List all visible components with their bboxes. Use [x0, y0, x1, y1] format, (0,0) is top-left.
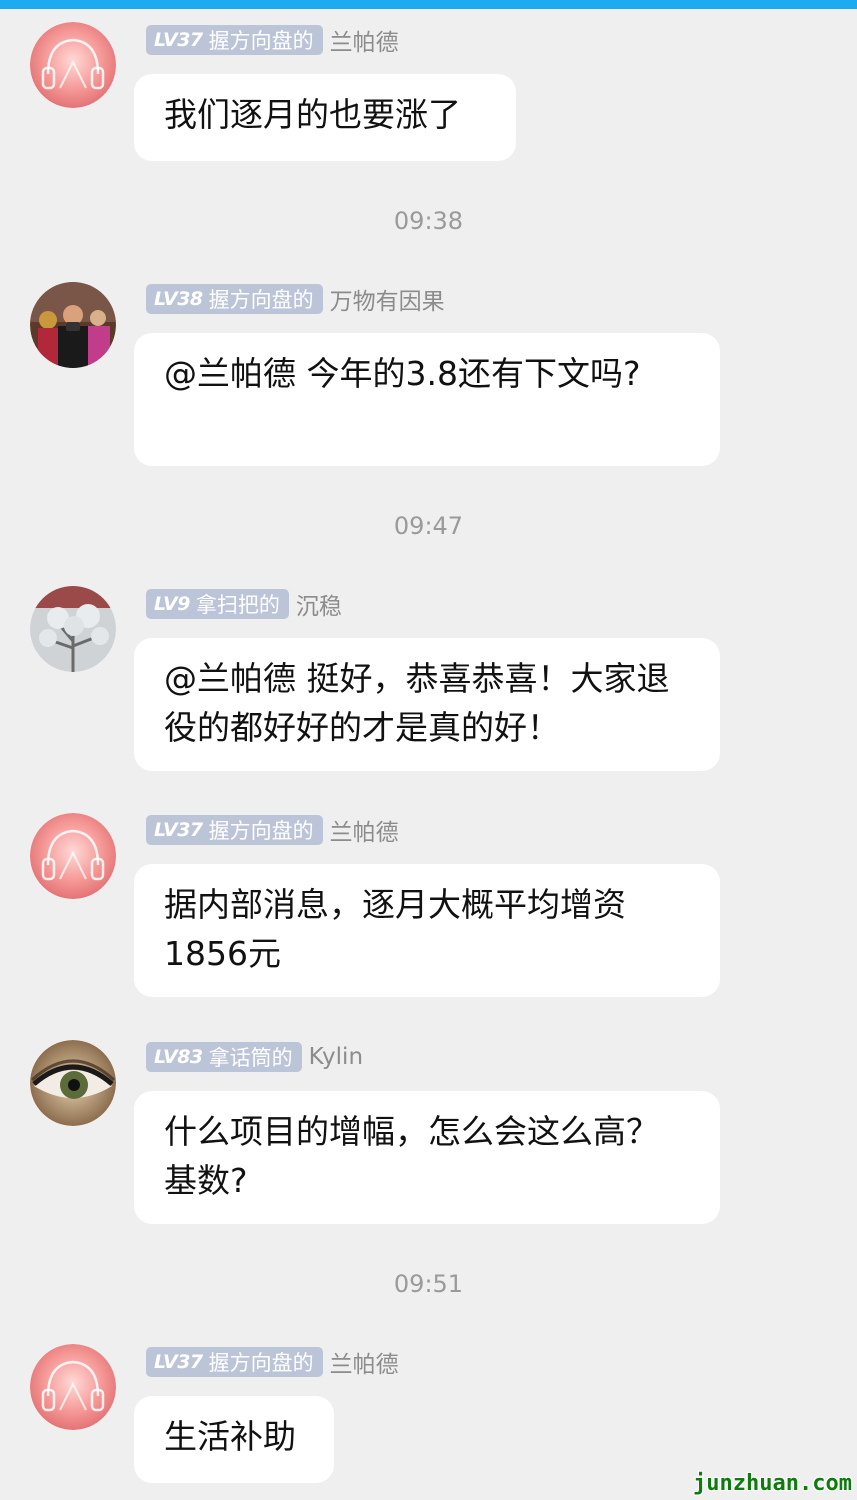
timestamp: 09:38	[393, 207, 464, 235]
message-bubble[interactable]: 生活补助	[134, 1396, 334, 1483]
username[interactable]: 沉稳	[296, 587, 342, 621]
message-bubble[interactable]: @兰帕德 今年的3.8还有下文吗?	[134, 333, 720, 466]
message-header: LV9 拿扫把的 沉稳	[146, 587, 342, 621]
username[interactable]: 兰帕德	[330, 1345, 399, 1379]
message-header: LV83 拿话筒的 Kylin	[146, 1042, 363, 1072]
message-header: LV37 握方向盘的 兰帕德	[146, 23, 399, 57]
avatar-frosted-tree-icon[interactable]	[30, 586, 116, 672]
message-bubble[interactable]: 据内部消息，逐月大概平均增资1856元	[134, 864, 720, 997]
message-bubble[interactable]: 什么项目的增幅，怎么会这么高？基数?	[134, 1091, 720, 1224]
username[interactable]: Kylin	[309, 1044, 363, 1070]
timestamp: 09:51	[393, 1270, 464, 1298]
watermark: junzhuan.com	[693, 1471, 852, 1496]
message-header: LV37 握方向盘的 兰帕德	[146, 813, 399, 847]
top-accent-bar	[0, 0, 857, 9]
avatar-eye-makeup-icon[interactable]	[30, 1040, 116, 1126]
username[interactable]: 兰帕德	[330, 23, 399, 57]
level-badge: LV83 拿话筒的	[146, 1042, 302, 1072]
level-badge: LV37 握方向盘的	[146, 1347, 323, 1377]
message-bubble[interactable]: 我们逐月的也要涨了	[134, 74, 516, 161]
message-header: LV38 握方向盘的 万物有因果	[146, 282, 445, 316]
level-badge: LV37 握方向盘的	[146, 815, 323, 845]
avatar-pink-headphones-icon[interactable]	[30, 813, 116, 899]
username[interactable]: 万物有因果	[330, 282, 445, 316]
timestamp: 09:47	[393, 512, 464, 540]
level-badge: LV9 拿扫把的	[146, 589, 289, 619]
message-header: LV37 握方向盘的 兰帕德	[146, 1345, 399, 1379]
level-badge: LV37 握方向盘的	[146, 25, 323, 55]
avatar-photographer-icon[interactable]	[30, 282, 116, 368]
message-bubble[interactable]: @兰帕德 挺好，恭喜恭喜！大家退役的都好好的才是真的好！	[134, 638, 720, 771]
level-badge: LV38 握方向盘的	[146, 284, 323, 314]
username[interactable]: 兰帕德	[330, 813, 399, 847]
avatar-pink-headphones-icon[interactable]	[30, 22, 116, 108]
avatar-pink-headphones-icon[interactable]	[30, 1344, 116, 1430]
